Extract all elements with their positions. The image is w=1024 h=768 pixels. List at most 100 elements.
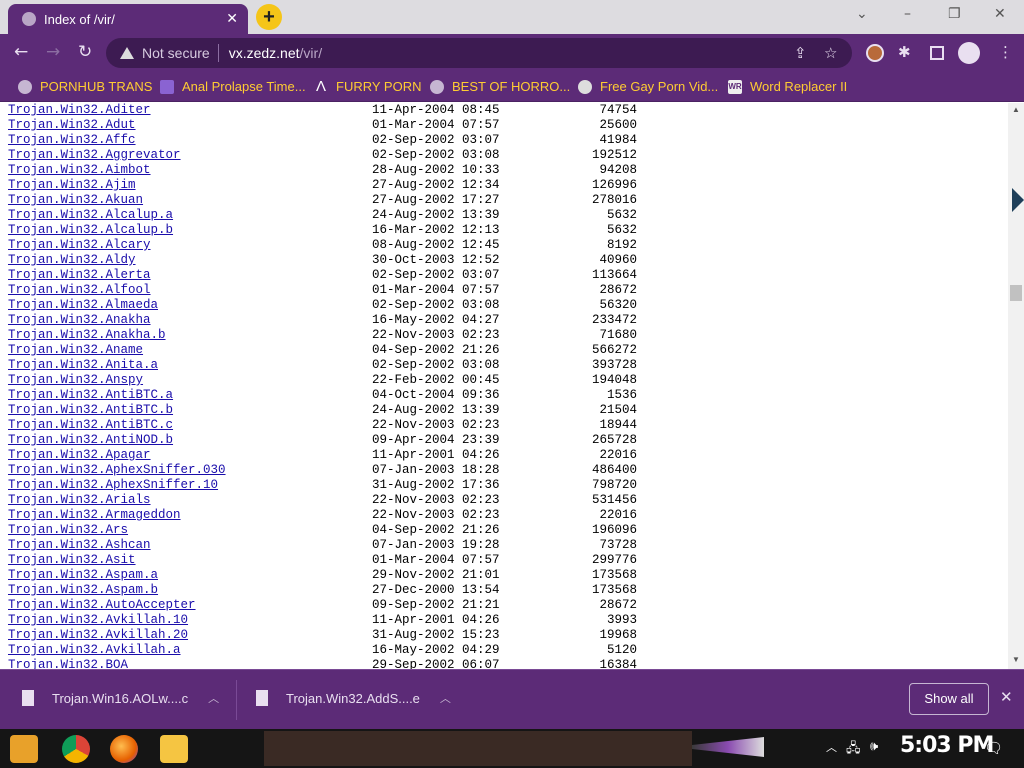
start-button[interactable] bbox=[10, 735, 38, 763]
security-label[interactable]: Not secure bbox=[142, 45, 210, 61]
file-size: 486400 bbox=[591, 463, 637, 477]
file-link[interactable]: Trojan.Win32.Alfool bbox=[8, 283, 151, 298]
file-date: 02-Sep-2002 03:07 bbox=[372, 133, 500, 147]
bookmark-item[interactable]: Free Gay Porn Vid... bbox=[578, 79, 718, 94]
restore-button[interactable]: ❐ bbox=[948, 6, 961, 22]
chrome-icon[interactable] bbox=[62, 735, 90, 763]
file-link[interactable]: Trojan.Win32.Apagar bbox=[8, 448, 151, 463]
file-link[interactable]: Trojan.Win32.AntiBTC.a bbox=[8, 388, 173, 403]
file-link[interactable]: Trojan.Win32.Akuan bbox=[8, 193, 143, 208]
file-link[interactable]: Trojan.Win32.Alcary bbox=[8, 238, 151, 253]
file-link[interactable]: Trojan.Win32.Anakha bbox=[8, 313, 151, 328]
new-tab-button[interactable]: + bbox=[256, 4, 282, 30]
file-link[interactable]: Trojan.Win32.Aname bbox=[8, 343, 143, 358]
file-date: 02-Sep-2002 03:08 bbox=[372, 148, 500, 162]
scroll-up-icon[interactable]: ▲ bbox=[1012, 105, 1020, 114]
file-link[interactable]: Trojan.Win32.Affc bbox=[8, 133, 136, 148]
close-downloads-icon[interactable]: ✕ bbox=[1000, 688, 1013, 706]
file-size: 21504 bbox=[599, 403, 637, 417]
clock[interactable]: 5:03 PM bbox=[900, 733, 994, 758]
forward-button[interactable]: → bbox=[46, 42, 60, 62]
chevron-up-icon[interactable]: ︿ bbox=[440, 690, 451, 706]
file-link[interactable]: Trojan.Win32.Asit bbox=[8, 553, 136, 568]
file-link[interactable]: Trojan.Win32.Alcalup.b bbox=[8, 223, 173, 238]
file-date: 22-Nov-2003 02:23 bbox=[372, 328, 500, 342]
bookmark-item[interactable]: PORNHUB TRANS bbox=[18, 79, 152, 94]
side-panel-icon[interactable] bbox=[930, 46, 944, 60]
extension-avatar-icon[interactable] bbox=[866, 44, 884, 62]
tab-close-icon[interactable]: ✕ bbox=[226, 10, 238, 27]
tray-chevron-icon[interactable]: ︿ bbox=[826, 739, 837, 755]
share-icon[interactable]: ⇪ bbox=[794, 44, 807, 62]
network-icon[interactable]: 🖧 bbox=[846, 739, 861, 761]
file-size: 798720 bbox=[591, 478, 637, 492]
file-link[interactable]: Trojan.Win32.Aspam.b bbox=[8, 583, 158, 598]
back-button[interactable]: ← bbox=[14, 42, 28, 62]
volume-icon[interactable]: 🕪 bbox=[870, 739, 878, 754]
file-explorer-icon[interactable] bbox=[160, 735, 188, 763]
bookmark-label: Word Replacer II bbox=[750, 79, 848, 94]
file-date: 01-Mar-2004 07:57 bbox=[372, 553, 500, 567]
file-link[interactable]: Trojan.Win32.Ars bbox=[8, 523, 128, 538]
file-link[interactable]: Trojan.Win32.Alcalup.a bbox=[8, 208, 173, 223]
file-date: 24-Aug-2002 13:39 bbox=[372, 208, 500, 222]
file-size: 73728 bbox=[599, 538, 637, 552]
minimize-button[interactable]: – bbox=[904, 6, 911, 22]
file-link[interactable]: Trojan.Win32.Anakha.b bbox=[8, 328, 166, 343]
file-link[interactable]: Trojan.Win32.AntiBTC.c bbox=[8, 418, 173, 433]
file-link[interactable]: Trojan.Win32.AntiNOD.b bbox=[8, 433, 173, 448]
file-link[interactable]: Trojan.Win32.AphexSniffer.030 bbox=[8, 463, 226, 478]
profile-icon[interactable] bbox=[958, 42, 980, 64]
file-link[interactable]: Trojan.Win32.Almaeda bbox=[8, 298, 158, 313]
file-link[interactable]: Trojan.Win32.Ashcan bbox=[8, 538, 151, 553]
download-item[interactable]: Trojan.Win32.AddS....e ︿ bbox=[256, 690, 451, 706]
file-link[interactable]: Trojan.Win32.AutoAccepter bbox=[8, 598, 196, 613]
notification-icon[interactable]: 🗨 bbox=[984, 739, 1003, 757]
file-size: 196096 bbox=[591, 523, 637, 537]
file-link[interactable]: Trojan.Win32.BOA bbox=[8, 658, 128, 669]
tab-search-icon[interactable]: ⌄ bbox=[856, 6, 868, 22]
file-link[interactable]: Trojan.Win32.Anita.a bbox=[8, 358, 158, 373]
file-date: 02-Sep-2002 03:08 bbox=[372, 358, 500, 372]
file-link[interactable]: Trojan.Win32.Alerta bbox=[8, 268, 151, 283]
file-link[interactable]: Trojan.Win32.Aditer bbox=[8, 103, 151, 118]
file-link[interactable]: Trojan.Win32.Avkillah.10 bbox=[8, 613, 188, 628]
scroll-down-icon[interactable]: ▼ bbox=[1012, 655, 1020, 664]
file-link[interactable]: Trojan.Win32.Aspam.a bbox=[8, 568, 158, 583]
file-size: 16384 bbox=[599, 658, 637, 669]
reload-button[interactable]: ↻ bbox=[78, 42, 92, 62]
file-size: 173568 bbox=[591, 583, 637, 597]
file-link[interactable]: Trojan.Win32.Avkillah.a bbox=[8, 643, 181, 658]
file-date: 01-Mar-2004 07:57 bbox=[372, 118, 500, 132]
firefox-icon[interactable] bbox=[110, 735, 138, 763]
file-link[interactable]: Trojan.Win32.AntiBTC.b bbox=[8, 403, 173, 418]
extensions-icon[interactable]: ✱ bbox=[898, 43, 911, 61]
tab-index-vir[interactable]: Index of /vir/ ✕ bbox=[8, 4, 248, 34]
address-bar[interactable]: Not secure vx.zedz.net /vir/ ⇪ ☆ bbox=[106, 38, 852, 68]
file-link[interactable]: Trojan.Win32.Anspy bbox=[8, 373, 143, 388]
file-link[interactable]: Trojan.Win32.Ajim bbox=[8, 178, 136, 193]
browser-menu-icon[interactable]: ⋮ bbox=[998, 43, 1013, 61]
file-link[interactable]: Trojan.Win32.Aimbot bbox=[8, 163, 151, 178]
file-link[interactable]: Trojan.Win32.Armageddon bbox=[8, 508, 181, 523]
chevron-up-icon[interactable]: ︿ bbox=[208, 690, 219, 706]
download-item[interactable]: Trojan.Win16.AOLw....c ︿ bbox=[22, 690, 219, 706]
side-panel-arrow-icon[interactable] bbox=[1012, 188, 1024, 212]
bookmark-item[interactable]: BEST OF HORRO... bbox=[430, 79, 570, 94]
bookmark-star-icon[interactable]: ☆ bbox=[824, 44, 837, 62]
file-link[interactable]: Trojan.Win32.Aggrevator bbox=[8, 148, 181, 163]
file-date: 31-Aug-2002 15:23 bbox=[372, 628, 500, 642]
file-link[interactable]: Trojan.Win32.Avkillah.20 bbox=[8, 628, 188, 643]
bookmark-item[interactable]: WR Word Replacer II bbox=[728, 79, 847, 94]
window-close-button[interactable]: ✕ bbox=[994, 6, 1006, 22]
scrollbar-thumb[interactable] bbox=[1010, 285, 1022, 301]
file-size: 56320 bbox=[599, 298, 637, 312]
file-date: 04-Sep-2002 21:26 bbox=[372, 523, 500, 537]
bookmark-item[interactable]: Λ FURRY PORN bbox=[314, 79, 422, 95]
bookmark-item[interactable]: Anal Prolapse Time... bbox=[160, 79, 306, 94]
show-all-button[interactable]: Show all bbox=[909, 683, 989, 715]
file-link[interactable]: Trojan.Win32.Arials bbox=[8, 493, 151, 508]
file-link[interactable]: Trojan.Win32.Adut bbox=[8, 118, 136, 133]
file-link[interactable]: Trojan.Win32.AphexSniffer.10 bbox=[8, 478, 218, 493]
file-link[interactable]: Trojan.Win32.Aldy bbox=[8, 253, 136, 268]
